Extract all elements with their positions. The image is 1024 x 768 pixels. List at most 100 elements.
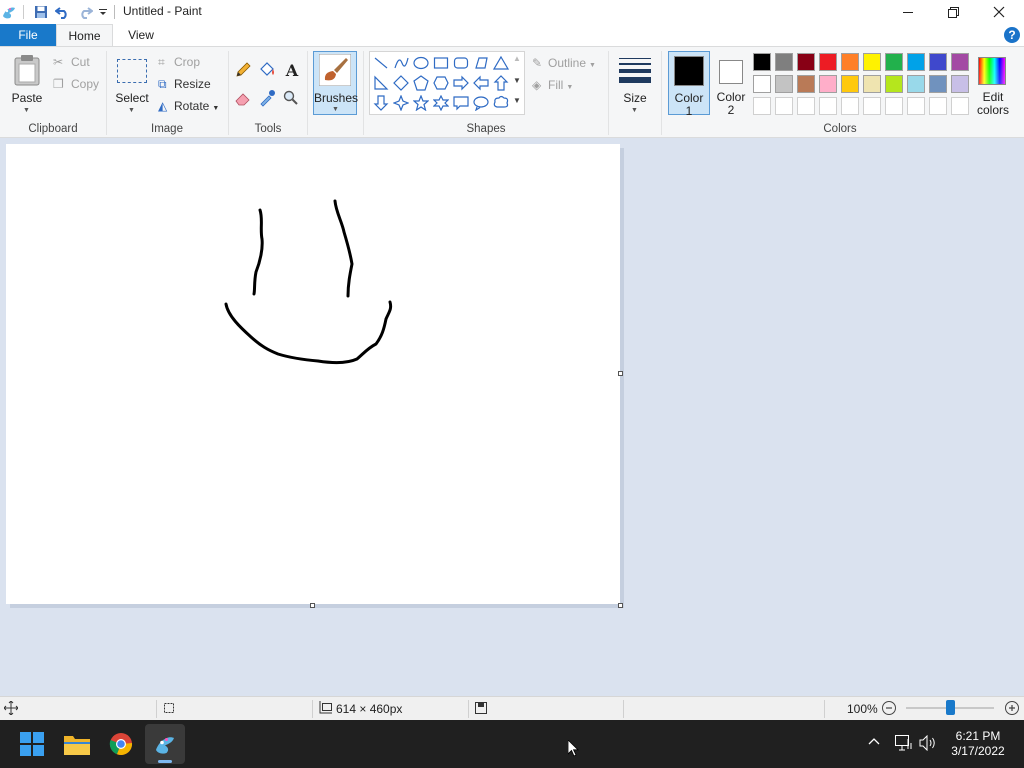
polygon-shape-icon[interactable] [471, 53, 491, 73]
file-explorer-button[interactable] [57, 724, 97, 764]
fill-bucket-icon[interactable] [258, 61, 278, 81]
oval-callout-shape-icon[interactable] [471, 93, 491, 113]
palette-swatch[interactable] [951, 53, 969, 71]
four-point-star-shape-icon[interactable] [391, 93, 411, 113]
palette-swatch[interactable] [885, 75, 903, 93]
save-icon[interactable] [32, 3, 50, 21]
customize-quick-access-icon[interactable] [97, 3, 109, 21]
size-button[interactable]: Size ▼ [615, 51, 655, 115]
oval-shape-icon[interactable] [411, 53, 431, 73]
zoom-slider-thumb[interactable] [946, 700, 955, 715]
palette-swatch[interactable] [775, 53, 793, 71]
tab-home[interactable]: Home [56, 24, 113, 46]
magnifier-icon[interactable] [282, 89, 302, 109]
paint-app-icon[interactable] [1, 3, 17, 21]
cut-button[interactable]: ✂ Cut [53, 55, 90, 69]
palette-swatch[interactable] [907, 53, 925, 71]
pencil-icon[interactable] [234, 61, 254, 81]
curve-shape-icon[interactable] [391, 53, 411, 73]
six-point-star-shape-icon[interactable] [431, 93, 451, 113]
restore-button[interactable] [930, 0, 976, 24]
tab-file[interactable]: File [0, 24, 56, 46]
gallery-expand-icon[interactable]: ▼ [513, 96, 521, 105]
gallery-scroll-up-icon[interactable]: ▲ [513, 54, 521, 63]
select-button[interactable]: Select ▼ [113, 51, 151, 115]
line-shape-icon[interactable] [371, 53, 391, 73]
minimize-button[interactable] [885, 0, 931, 24]
chrome-button[interactable] [101, 724, 141, 764]
palette-swatch[interactable] [863, 53, 881, 71]
palette-swatch[interactable] [819, 75, 837, 93]
color2-button[interactable]: Color 2 [712, 51, 750, 117]
palette-swatch[interactable] [841, 97, 859, 115]
copy-button[interactable]: ❐ Copy [53, 77, 99, 91]
right-arrow-shape-icon[interactable] [451, 73, 471, 93]
rotate-button[interactable]: ◭ Rotate ▼ [158, 99, 219, 113]
paste-button[interactable]: Paste ▼ [8, 51, 46, 115]
zoom-out-button[interactable] [881, 700, 897, 716]
eraser-icon[interactable] [234, 89, 254, 109]
palette-swatch[interactable] [841, 53, 859, 71]
undo-icon[interactable] [54, 3, 72, 21]
rectangle-shape-icon[interactable] [431, 53, 451, 73]
zoom-in-button[interactable] [1004, 700, 1020, 716]
palette-swatch[interactable] [819, 97, 837, 115]
drawing-canvas[interactable] [6, 144, 620, 604]
diamond-shape-icon[interactable] [391, 73, 411, 93]
network-icon[interactable] [895, 735, 913, 754]
five-point-star-shape-icon[interactable] [411, 93, 431, 113]
palette-swatch[interactable] [951, 75, 969, 93]
text-tool-icon[interactable]: A [282, 61, 302, 81]
left-arrow-shape-icon[interactable] [471, 73, 491, 93]
pentagon-shape-icon[interactable] [411, 73, 431, 93]
palette-swatch[interactable] [753, 75, 771, 93]
palette-swatch[interactable] [863, 75, 881, 93]
cloud-callout-shape-icon[interactable] [491, 93, 511, 113]
triangle-shape-icon[interactable] [491, 53, 511, 73]
fill-button[interactable]: ◈ Fill ▼ [532, 78, 573, 92]
brushes-button[interactable]: Brushes ▼ [313, 51, 358, 115]
palette-swatch[interactable] [775, 75, 793, 93]
palette-swatch[interactable] [775, 97, 793, 115]
tab-view[interactable]: View [113, 24, 169, 46]
outline-button[interactable]: ✎ Outline ▼ [532, 56, 596, 70]
palette-swatch[interactable] [863, 97, 881, 115]
palette-swatch[interactable] [841, 75, 859, 93]
color-picker-icon[interactable] [258, 89, 278, 109]
redo-icon[interactable] [76, 3, 94, 21]
palette-swatch[interactable] [929, 53, 947, 71]
palette-swatch[interactable] [907, 97, 925, 115]
palette-swatch[interactable] [929, 97, 947, 115]
show-hidden-icons-icon[interactable] [868, 736, 880, 751]
resize-handle-bottom[interactable] [310, 603, 315, 608]
palette-swatch[interactable] [797, 53, 815, 71]
up-arrow-shape-icon[interactable] [491, 73, 511, 93]
palette-swatch[interactable] [753, 53, 771, 71]
gallery-scroll-down-icon[interactable]: ▼ [513, 76, 521, 85]
right-triangle-shape-icon[interactable] [371, 73, 391, 93]
rectangular-callout-shape-icon[interactable] [451, 93, 471, 113]
rounded-rectangle-shape-icon[interactable] [451, 53, 471, 73]
resize-handle-corner[interactable] [618, 603, 623, 608]
crop-button[interactable]: ⌗ Crop [158, 55, 200, 70]
palette-swatch[interactable] [797, 75, 815, 93]
hexagon-shape-icon[interactable] [431, 73, 451, 93]
close-button[interactable] [976, 0, 1022, 24]
palette-swatch[interactable] [929, 75, 947, 93]
volume-icon[interactable] [919, 734, 937, 754]
palette-swatch[interactable] [951, 97, 969, 115]
resize-handle-right[interactable] [618, 371, 623, 376]
palette-swatch[interactable] [885, 97, 903, 115]
palette-swatch[interactable] [753, 97, 771, 115]
palette-swatch[interactable] [819, 53, 837, 71]
resize-button[interactable]: ⧉ Resize [158, 77, 211, 92]
help-icon[interactable]: ? [1004, 27, 1020, 43]
palette-swatch[interactable] [907, 75, 925, 93]
color1-button[interactable]: Color 1 [668, 51, 710, 118]
down-arrow-shape-icon[interactable] [371, 93, 391, 113]
edit-colors-button[interactable]: Edit colors [974, 51, 1012, 117]
paint-taskbar-button[interactable] [145, 724, 185, 764]
palette-swatch[interactable] [885, 53, 903, 71]
start-button[interactable] [12, 724, 52, 764]
palette-swatch[interactable] [797, 97, 815, 115]
